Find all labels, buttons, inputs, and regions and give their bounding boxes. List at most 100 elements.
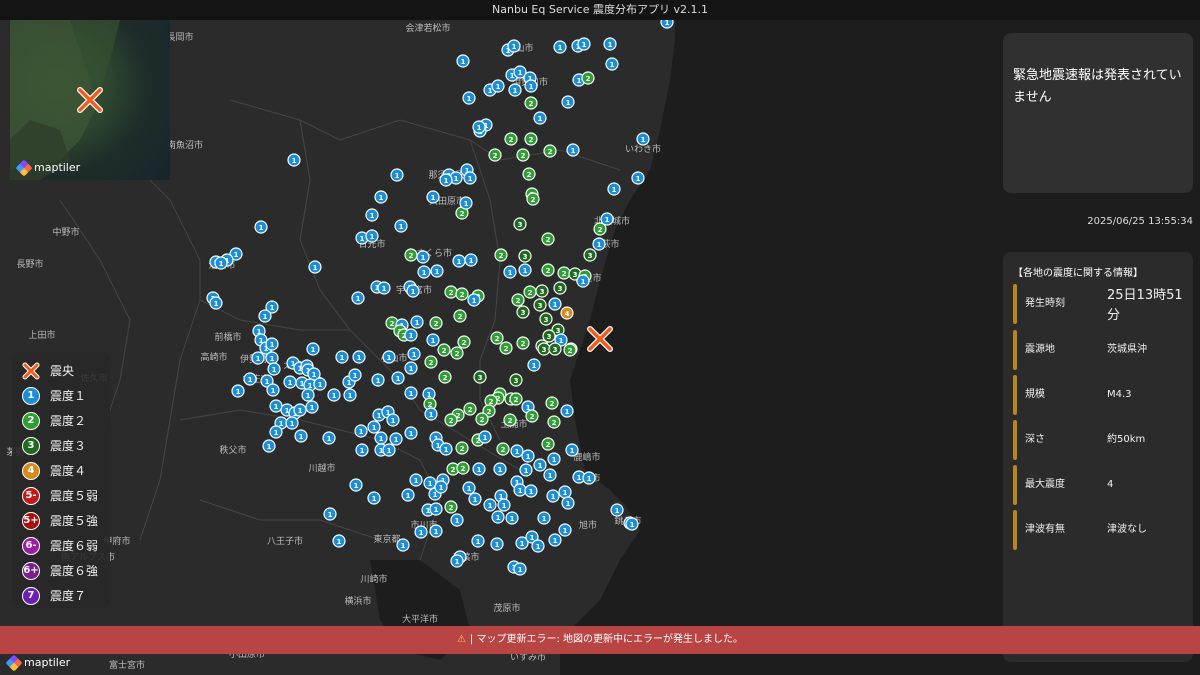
station-marker-shindo1[interactable]: 1 [565,443,579,457]
station-marker-shindo1[interactable]: 1 [367,420,381,434]
station-marker-shindo1[interactable]: 1 [592,237,606,251]
station-marker-shindo1[interactable]: 1 [636,132,650,146]
station-marker-shindo1[interactable]: 1 [456,54,470,68]
station-marker-shindo1[interactable]: 1 [507,39,521,53]
station-marker-shindo1[interactable]: 1 [377,281,391,295]
station-marker-shindo2[interactable]: 2 [463,402,477,416]
station-marker-shindo1[interactable]: 1 [533,111,547,125]
station-marker-shindo2[interactable]: 2 [522,167,536,181]
station-marker-shindo1[interactable]: 1 [417,265,431,279]
station-marker-shindo2[interactable]: 2 [545,396,559,410]
station-marker-shindo3[interactable]: 3 [516,305,530,319]
station-marker-shindo1[interactable]: 1 [625,517,639,531]
station-marker-shindo1[interactable]: 1 [293,403,307,417]
station-marker-shindo2[interactable]: 2 [404,248,418,262]
station-marker-shindo1[interactable]: 1 [404,386,418,400]
station-marker-shindo2[interactable]: 2 [563,343,577,357]
station-marker-shindo1[interactable]: 1 [391,371,405,385]
station-marker-shindo1[interactable]: 1 [394,219,408,233]
station-marker-shindo1[interactable]: 1 [462,481,476,495]
station-marker-shindo1[interactable]: 1 [605,57,619,71]
station-marker-shindo1[interactable]: 1 [243,372,257,386]
station-marker-shindo1[interactable]: 1 [301,388,315,402]
station-marker-shindo4[interactable]: 4 [560,306,574,320]
station-marker-shindo2[interactable]: 2 [547,415,561,429]
station-marker-shindo1[interactable]: 1 [323,507,337,521]
station-marker-shindo1[interactable]: 1 [409,473,423,487]
station-marker-shindo1[interactable]: 1 [439,442,453,456]
station-marker-shindo1[interactable]: 1 [305,400,319,414]
station-marker-shindo1[interactable]: 1 [214,256,228,270]
station-marker-shindo1[interactable]: 1 [560,404,574,418]
minimap-maptiler-logo[interactable]: maptiler [15,159,80,176]
station-marker-shindo1[interactable]: 1 [510,444,524,458]
station-marker-shindo2[interactable]: 2 [490,331,504,345]
station-marker-shindo1[interactable]: 1 [468,492,482,506]
station-marker-shindo1[interactable]: 1 [463,171,477,185]
station-marker-shindo1[interactable]: 1 [294,429,308,443]
station-marker-shindo1[interactable]: 1 [478,430,492,444]
station-marker-shindo1[interactable]: 1 [439,173,453,187]
station-marker-shindo1[interactable]: 1 [521,449,535,463]
station-marker-shindo1[interactable]: 1 [607,182,621,196]
station-marker-shindo1[interactable]: 1 [266,383,280,397]
station-marker-shindo2[interactable]: 2 [504,132,518,146]
station-marker-shindo1[interactable]: 1 [322,431,336,445]
station-marker-shindo2[interactable]: 2 [543,144,557,158]
station-marker-shindo1[interactable]: 1 [543,468,557,482]
station-marker-shindo1[interactable]: 1 [610,503,624,517]
station-marker-shindo3[interactable]: 3 [533,298,547,312]
station-marker-shindo1[interactable]: 1 [434,480,448,494]
station-marker-shindo1[interactable]: 1 [285,416,299,430]
station-marker-shindo2[interactable]: 2 [438,370,452,384]
station-marker-shindo1[interactable]: 1 [426,190,440,204]
station-marker-shindo2[interactable]: 2 [494,248,508,262]
station-marker-shindo1[interactable]: 1 [497,498,511,512]
station-marker-shindo2[interactable]: 2 [455,441,469,455]
station-marker-shindo1[interactable]: 1 [527,358,541,372]
station-marker-shindo2[interactable]: 2 [499,341,513,355]
station-marker-shindo1[interactable]: 1 [335,350,349,364]
station-marker-shindo1[interactable]: 1 [251,351,265,365]
station-marker-shindo1[interactable]: 1 [450,554,464,568]
station-marker-shindo1[interactable]: 1 [464,253,478,267]
station-marker-shindo1[interactable]: 1 [471,534,485,548]
station-marker-shindo1[interactable]: 1 [503,265,517,279]
station-marker-shindo1[interactable]: 1 [306,342,320,356]
station-marker-shindo1[interactable]: 1 [472,462,486,476]
station-marker-shindo1[interactable]: 1 [519,463,533,477]
station-marker-shindo1[interactable]: 1 [577,37,591,51]
station-marker-shindo2[interactable]: 2 [455,287,469,301]
station-marker-shindo1[interactable]: 1 [365,208,379,222]
station-marker-shindo1[interactable]: 1 [491,510,505,524]
station-marker-shindo1[interactable]: 1 [374,190,388,204]
station-marker-shindo2[interactable]: 2 [524,96,538,110]
station-marker-shindo1[interactable]: 1 [426,333,440,347]
station-marker-shindo1[interactable]: 1 [493,462,507,476]
station-marker-shindo1[interactable]: 1 [483,498,497,512]
station-marker-shindo2[interactable]: 2 [516,148,530,162]
station-marker-shindo2[interactable]: 2 [509,392,523,406]
station-marker-shindo1[interactable]: 1 [404,328,418,342]
station-marker-shindo2[interactable]: 2 [503,413,517,427]
station-marker-shindo2[interactable]: 2 [557,266,571,280]
station-marker-shindo1[interactable]: 1 [508,83,522,97]
station-marker-shindo1[interactable]: 1 [546,489,560,503]
station-marker-shindo1[interactable]: 1 [462,91,476,105]
station-marker-shindo1[interactable]: 1 [265,351,279,365]
station-marker-shindo1[interactable]: 1 [327,388,341,402]
station-marker-shindo3[interactable]: 3 [548,342,562,356]
station-marker-shindo1[interactable]: 1 [603,37,617,51]
station-marker-shindo1[interactable]: 1 [262,439,276,453]
station-marker-shindo2[interactable]: 2 [593,222,607,236]
station-marker-shindo3[interactable]: 3 [553,281,567,295]
station-marker-shindo2[interactable]: 2 [444,413,458,427]
station-marker-shindo1[interactable]: 1 [459,196,473,210]
station-marker-shindo1[interactable]: 1 [450,513,464,527]
station-marker-shindo2[interactable]: 2 [581,71,595,85]
station-marker-shindo2[interactable]: 2 [456,461,470,475]
station-marker-shindo1[interactable]: 1 [429,524,443,538]
station-marker-shindo1[interactable]: 1 [524,484,538,498]
station-marker-shindo1[interactable]: 1 [406,284,420,298]
station-marker-shindo2[interactable]: 2 [541,232,555,246]
